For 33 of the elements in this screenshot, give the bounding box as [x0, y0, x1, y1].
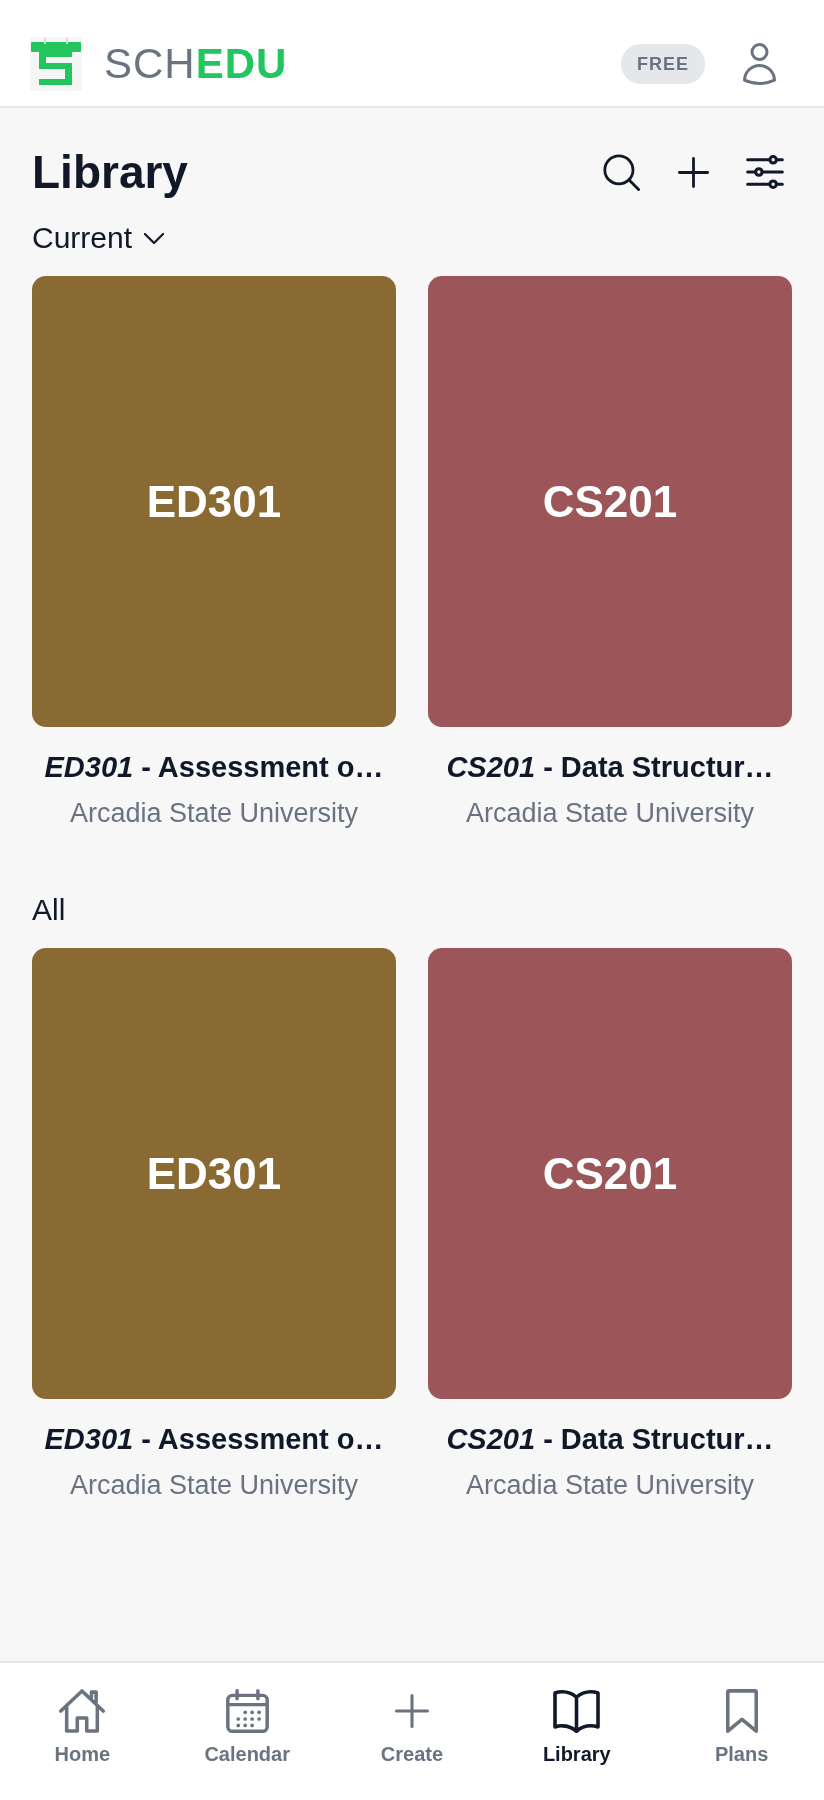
search-icon	[602, 153, 640, 191]
section-dropdown[interactable]: Current	[32, 218, 165, 258]
open-book-icon	[553, 1689, 601, 1733]
course-cover[interactable]: ED301	[32, 948, 396, 1399]
course-cover[interactable]: CS201	[428, 948, 792, 1399]
course-school: Arcadia State University	[464, 797, 756, 830]
calendar-icon	[225, 1689, 269, 1733]
logo-text: SCHEDU	[104, 43, 288, 85]
plus-icon	[395, 1694, 429, 1728]
course-school: Arcadia State University	[68, 1469, 360, 1502]
page-title: Library	[32, 145, 188, 200]
nav-tab[interactable]: Library	[538, 1688, 615, 1766]
logo-icon	[30, 37, 82, 91]
course-title: CS201 - Data Structur…	[445, 1422, 775, 1457]
home-icon	[59, 1689, 106, 1733]
course-title: ED301 - Assessment o…	[43, 1422, 385, 1457]
nav-tab[interactable]: Plans	[710, 1688, 773, 1766]
course-cover[interactable]: CS201	[428, 276, 792, 727]
course-school: Arcadia State University	[68, 797, 360, 830]
bookmark-icon	[725, 1689, 758, 1733]
chevron-down-icon	[144, 232, 165, 244]
nav-tab[interactable]: Create	[376, 1688, 448, 1766]
course-title: ED301 - Assessment o…	[43, 750, 385, 785]
plus-icon	[677, 156, 709, 188]
course-school: Arcadia State University	[464, 1469, 756, 1502]
filter-sliders-icon	[746, 155, 784, 189]
nav-tab[interactable]: Home	[50, 1688, 115, 1766]
plan-badge: FREE	[621, 44, 705, 84]
course-cover[interactable]: ED301	[32, 276, 396, 727]
user-icon	[742, 43, 776, 85]
course-title: CS201 - Data Structur…	[445, 750, 775, 785]
section-title: All	[32, 892, 66, 928]
nav-tab[interactable]: Calendar	[200, 1688, 294, 1766]
